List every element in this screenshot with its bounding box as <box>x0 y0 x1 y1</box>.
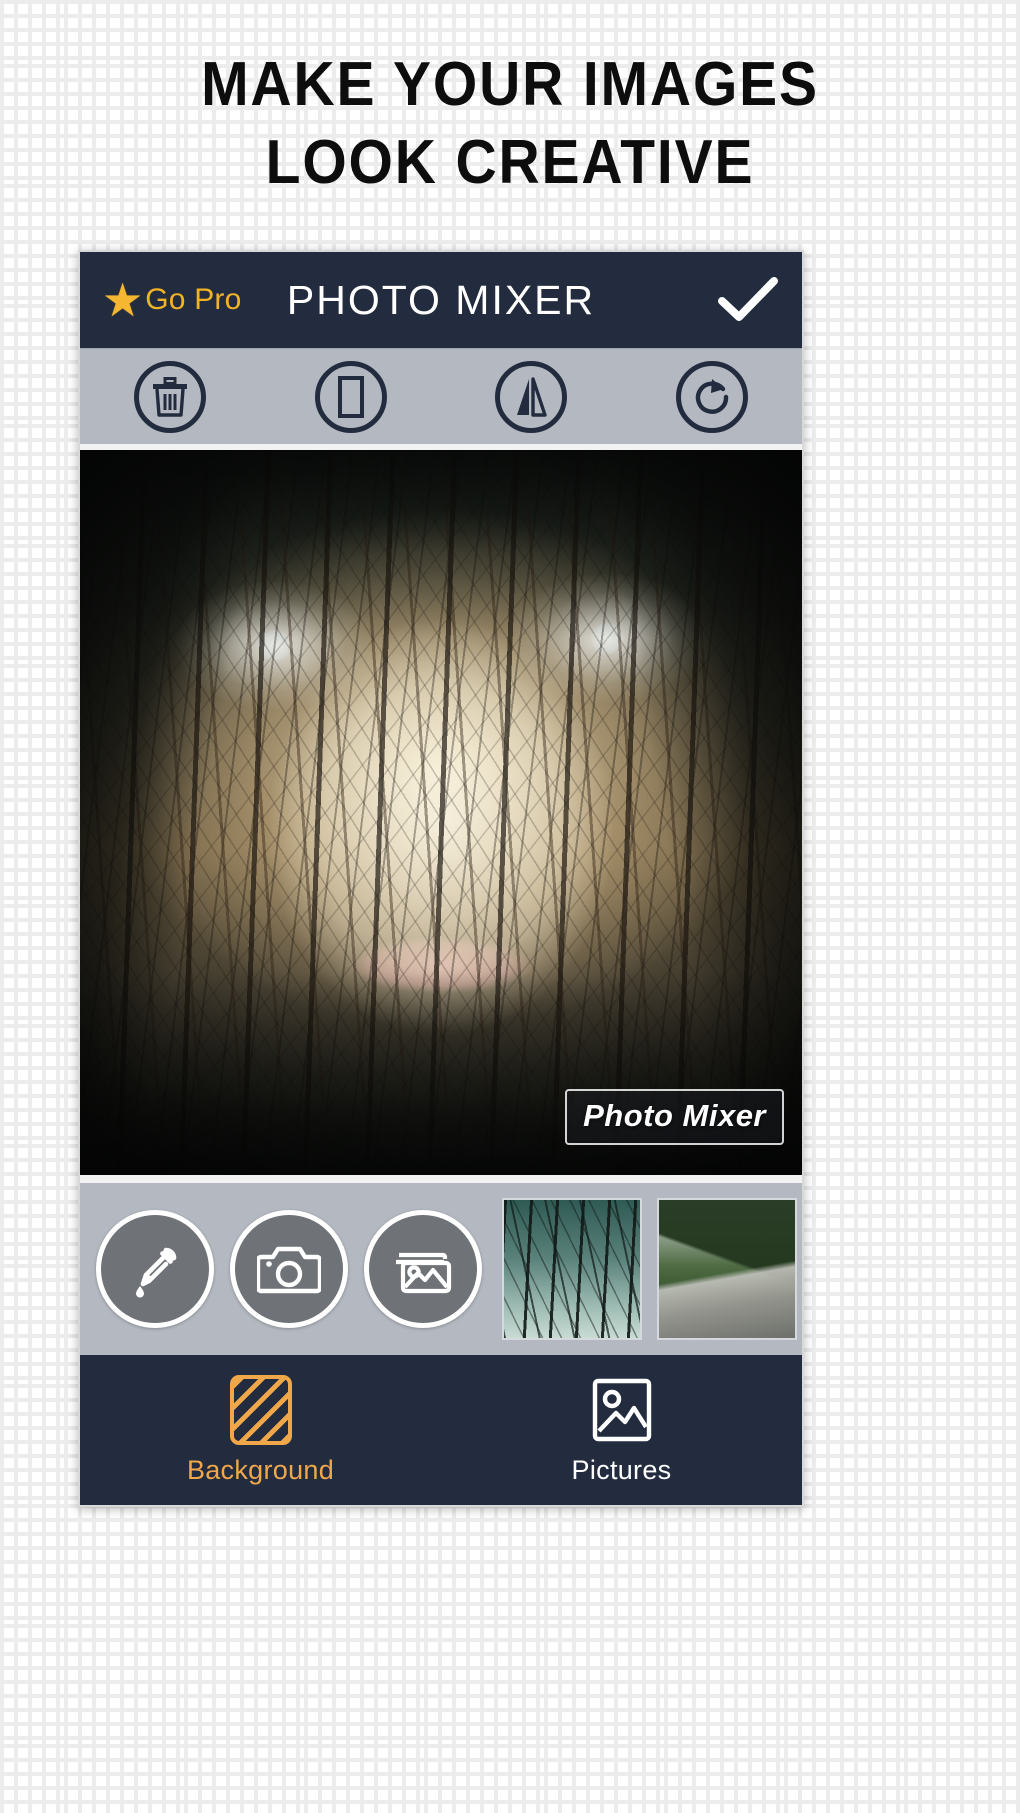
flip-button[interactable] <box>495 360 568 433</box>
tab-pictures[interactable]: Pictures <box>441 1375 802 1486</box>
tab-background[interactable]: Background <box>80 1374 441 1486</box>
source-bar <box>80 1183 802 1355</box>
promo-headline-line-1: MAKE YOUR IMAGES <box>201 50 819 119</box>
confirm-button[interactable] <box>716 268 780 332</box>
camera-icon <box>257 1246 321 1294</box>
edit-toolbar <box>80 348 802 444</box>
delete-button[interactable] <box>134 360 207 433</box>
check-icon <box>718 277 778 321</box>
eyedropper-icon <box>136 1247 177 1298</box>
tab-background-label: Background <box>186 1454 335 1485</box>
rotate-button[interactable] <box>675 360 748 433</box>
go-pro-label: Go Pro <box>145 283 242 316</box>
thumbnail-road[interactable] <box>657 1198 797 1340</box>
color-picker-button[interactable] <box>96 1210 214 1328</box>
camera-button[interactable] <box>230 1210 348 1328</box>
gallery-button[interactable] <box>364 1210 482 1328</box>
frame-button[interactable] <box>314 360 387 433</box>
promo-backdrop: MAKE YOUR IMAGES LOOK CREATIVE ★ Go Pro … <box>0 0 1020 1813</box>
mirror-flip-icon <box>517 376 547 417</box>
hatch-pattern-icon <box>229 1374 292 1445</box>
thumbnail-strip[interactable] <box>502 1198 802 1340</box>
rotate-icon <box>695 378 728 414</box>
star-icon: ★ <box>102 274 144 326</box>
app-header: ★ Go Pro PHOTO MIXER <box>80 252 802 348</box>
canvas-area[interactable]: Photo Mixer <box>80 444 802 1183</box>
watermark: Photo Mixer <box>565 1089 784 1145</box>
thumbnail-forest[interactable] <box>502 1198 642 1340</box>
promo-headline: MAKE YOUR IMAGES LOOK CREATIVE <box>41 46 979 202</box>
bottom-nav: Background Pictures <box>80 1355 802 1505</box>
trash-icon <box>153 376 188 417</box>
preview-vignette-layer <box>80 450 802 1175</box>
promo-headline-line-2: LOOK CREATIVE <box>265 128 755 197</box>
preview-image[interactable]: Photo Mixer <box>80 450 802 1175</box>
rectangle-frame-icon <box>337 375 364 418</box>
gallery-icon <box>396 1252 452 1294</box>
go-pro-button[interactable]: ★ Go Pro <box>102 277 242 323</box>
tab-pictures-label: Pictures <box>571 1454 672 1485</box>
picture-frame-icon <box>592 1378 651 1441</box>
app-screenshot-frame: ★ Go Pro PHOTO MIXER Photo Mixer Backgro… <box>78 250 804 1507</box>
